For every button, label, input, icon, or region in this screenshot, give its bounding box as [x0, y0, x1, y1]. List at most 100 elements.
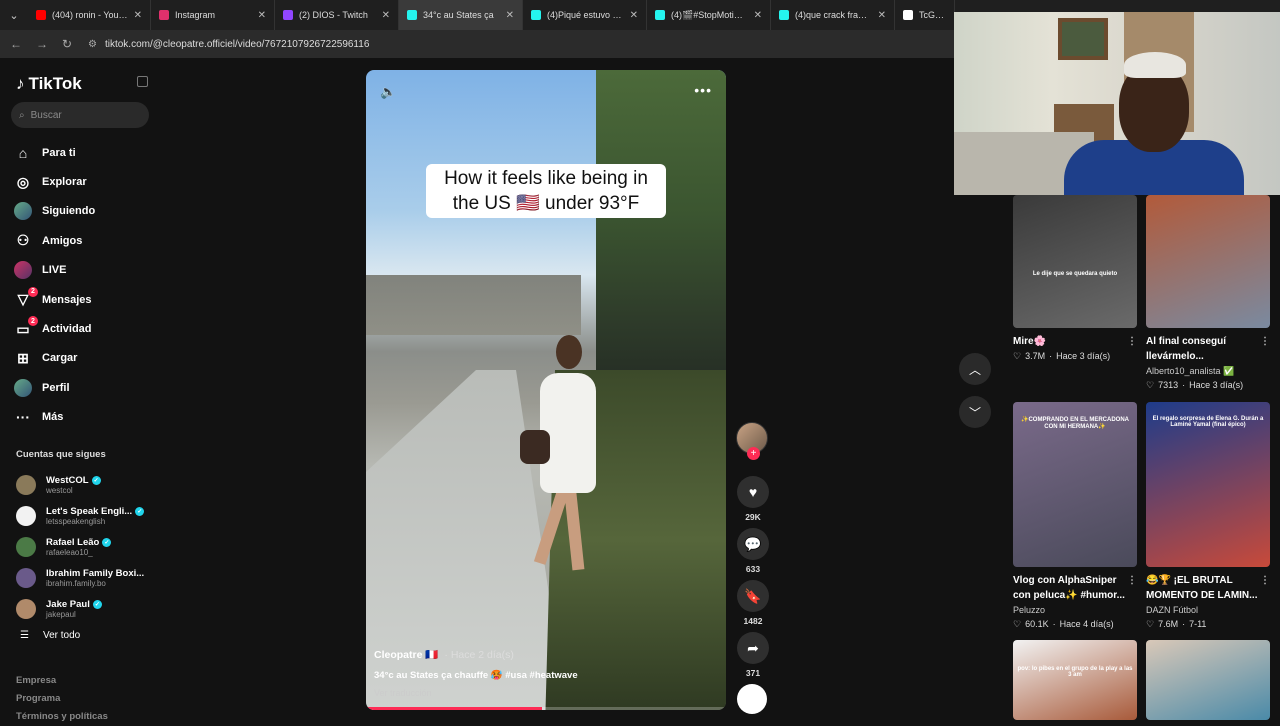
see-all-button[interactable]: ☰ Ver todo — [20, 630, 80, 641]
url-text[interactable]: tiktok.com/@cleopatre.officiel/video/767… — [105, 39, 369, 50]
video-thumbnail[interactable]: Le dije que se quedara quieto — [1013, 195, 1137, 328]
nav-item-cargar[interactable]: ⊞ Cargar — [14, 344, 154, 373]
close-tab-icon[interactable]: ✕ — [506, 10, 514, 21]
music-disc-icon[interactable] — [737, 684, 767, 714]
close-tab-icon[interactable]: ✕ — [754, 10, 762, 21]
comment-icon[interactable]: 💬 — [737, 528, 769, 560]
forward-icon[interactable]: → — [36, 37, 48, 51]
nav-item-live[interactable]: LIVE — [14, 256, 154, 285]
kebab-menu-icon[interactable]: ⋮ — [1127, 334, 1137, 349]
url-field[interactable]: ⚙ tiktok.com/@cleopatre.officiel/video/7… — [88, 39, 369, 50]
account-handle: ibrahim.family.bo — [46, 578, 106, 588]
video-author[interactable]: Cleopatre 🇫🇷 · Hace 2 día(s) — [374, 648, 514, 662]
volume-icon[interactable]: 🔈 — [380, 84, 396, 100]
share-action[interactable]: ➦ 371 — [736, 632, 770, 678]
footer-link[interactable]: Programa — [16, 690, 108, 708]
nav-item-amigos[interactable]: ⚇ Amigos — [14, 226, 154, 255]
nav-item-label: Explorar — [42, 176, 87, 189]
kebab-menu-icon[interactable]: ⋮ — [1127, 573, 1137, 603]
sidebar: ♪ TikTok ⌕ Buscar ⌂ Para ti ◎ Explorar Sigui… — [0, 60, 160, 722]
browser-tab[interactable]: (2) DIOS - Twitch ✕ — [275, 0, 399, 30]
translate-link[interactable]: Ver traducción — [374, 688, 432, 698]
browser-tab[interactable]: TcGE25Jos — [895, 0, 955, 30]
nav-item-actividad[interactable]: ▭ 2 Actividad — [14, 314, 154, 343]
view-count: 7.6M — [1158, 619, 1179, 629]
share-icon[interactable]: ➦ — [737, 632, 769, 664]
followed-account[interactable]: Let's Speak Engli... ✓ letsspeakenglish — [16, 501, 156, 532]
footer-link[interactable]: Términos y políticas — [16, 708, 108, 726]
search-placeholder: Buscar — [30, 109, 62, 121]
recommended-video[interactable]: Le dije que se quedara quieto Mire🌸 ⋮ ♡ 3.7M… — [1013, 195, 1137, 363]
nav-item-para-ti[interactable]: ⌂ Para ti — [14, 138, 154, 167]
avatar-icon — [14, 202, 32, 221]
video-author[interactable]: Alberto10_analista ✅ — [1146, 364, 1234, 378]
site-info-icon[interactable]: ⚙ — [88, 39, 97, 50]
video-thumbnail[interactable]: El regalo sorpresa de Elena G. Durán a L… — [1146, 402, 1270, 567]
next-video-button[interactable]: ﹀ — [959, 396, 991, 428]
bookmark-icon[interactable]: 🔖 — [737, 580, 769, 612]
video-thumbnail[interactable] — [1146, 195, 1270, 328]
video-title[interactable]: Vlog con AlphaSniper con peluca✨ #humor.… — [1013, 573, 1127, 603]
more-options-icon[interactable]: ••• — [694, 82, 712, 98]
followed-account[interactable]: Ibrahim Family Boxi... ibrahim.family.bo — [16, 562, 156, 593]
followed-account[interactable]: Rafael Leão ✓ rafaeleao10_ — [16, 532, 156, 563]
browser-tab[interactable]: Instagram ✕ — [151, 0, 275, 30]
kebab-menu-icon[interactable]: ⋮ — [1260, 334, 1270, 364]
nav-item-label: LIVE — [42, 264, 67, 277]
video-author[interactable]: Peluzzo — [1013, 603, 1045, 617]
heart-icon[interactable]: ♥ — [737, 476, 769, 508]
recommended-video[interactable]: ✨COMPRANDO EN EL MERCADONA CON MI HERMAN… — [1013, 402, 1137, 631]
nav-item-mensajes[interactable]: ▽ 2 Mensajes — [14, 285, 154, 314]
search-input[interactable]: ⌕ Buscar — [11, 102, 149, 128]
collapse-sidebar-icon[interactable] — [137, 76, 148, 87]
close-tab-icon[interactable]: ✕ — [878, 10, 886, 21]
previous-video-button[interactable]: ︿ — [959, 353, 991, 385]
recommended-video[interactable]: El regalo sorpresa de Elena G. Durán a L… — [1146, 402, 1270, 631]
video-thumbnail[interactable]: pov: lo pibes en el grupo de la play a l… — [1013, 640, 1137, 720]
nav-item-explorar[interactable]: ◎ Explorar — [14, 167, 154, 196]
video-thumbnail[interactable] — [1146, 640, 1270, 720]
nav-item-perfil[interactable]: Perfil — [14, 373, 154, 402]
browser-tab[interactable]: (404) ronin - YouTube ✕ — [28, 0, 151, 30]
browser-tab[interactable]: (4)que crack franitoo ✕ — [771, 0, 895, 30]
nav-item-m-s[interactable]: ··· Más — [14, 403, 154, 432]
comment-count: 633 — [745, 564, 761, 574]
profile-icon — [14, 378, 32, 397]
author-name[interactable]: Cleopatre 🇫🇷 — [374, 648, 438, 661]
video-author[interactable]: DAZN Fútbol — [1146, 603, 1198, 617]
video-title[interactable]: Al final conseguí llevármelo... — [1146, 334, 1260, 364]
video-progress-bar[interactable] — [366, 707, 726, 710]
close-tab-icon[interactable]: ✕ — [630, 10, 638, 21]
close-tab-icon[interactable]: ✕ — [382, 10, 390, 21]
back-icon[interactable]: ← — [10, 37, 22, 51]
verified-icon: ✓ — [91, 476, 101, 486]
recommended-video[interactable] — [1146, 640, 1270, 720]
kebab-menu-icon[interactable]: ⋮ — [1260, 573, 1270, 603]
reload-icon[interactable]: ↻ — [62, 37, 74, 51]
browser-tab[interactable]: 34°c au States ça ✕ — [399, 0, 523, 30]
recommended-video[interactable]: Al final conseguí llevármelo... ⋮ Alberto1… — [1146, 195, 1270, 392]
nav-item-label: Más — [42, 411, 64, 424]
video-title[interactable]: Mire🌸 — [1013, 334, 1046, 349]
video-thumbnail[interactable]: ✨COMPRANDO EN EL MERCADONA CON MI HERMAN… — [1013, 402, 1137, 567]
video-title[interactable]: 😂🏆 ¡EL BRUTAL MOMENTO DE LAMIN... — [1146, 573, 1260, 603]
close-tab-icon[interactable]: ✕ — [134, 10, 142, 21]
like-action[interactable]: ♥ 29K — [736, 476, 770, 522]
browser-tab[interactable]: (4)🎬#StopMotion | ✕ — [647, 0, 771, 30]
recommended-video[interactable]: pov: lo pibes en el grupo de la play a l… — [1013, 640, 1137, 720]
followed-account[interactable]: Jake Paul ✓ jakepaul — [16, 593, 156, 624]
view-count: 60.1K — [1025, 619, 1049, 629]
comment-action[interactable]: 💬 633 — [736, 528, 770, 574]
account-name: Rafael Leão — [46, 536, 100, 548]
video-player[interactable]: How it feels like being in the US 🇺🇸 und… — [366, 70, 726, 710]
nav-item-siguiendo[interactable]: Siguiendo — [14, 197, 154, 226]
tiktok-logo[interactable]: ♪ TikTok — [16, 74, 82, 94]
follow-plus-icon[interactable]: + — [747, 447, 760, 460]
close-tab-icon[interactable]: ✕ — [258, 10, 266, 21]
footer-link[interactable]: Empresa — [16, 672, 108, 690]
save-action[interactable]: 🔖 1482 — [736, 580, 770, 626]
browser-tab[interactable]: (4)Piqué estuvo en el ✕ — [523, 0, 647, 30]
creator-avatar[interactable]: + — [736, 422, 768, 460]
followed-account[interactable]: WestCOL ✓ westcol — [16, 470, 156, 501]
tab-search-dropdown[interactable]: ⌄ — [0, 0, 28, 30]
